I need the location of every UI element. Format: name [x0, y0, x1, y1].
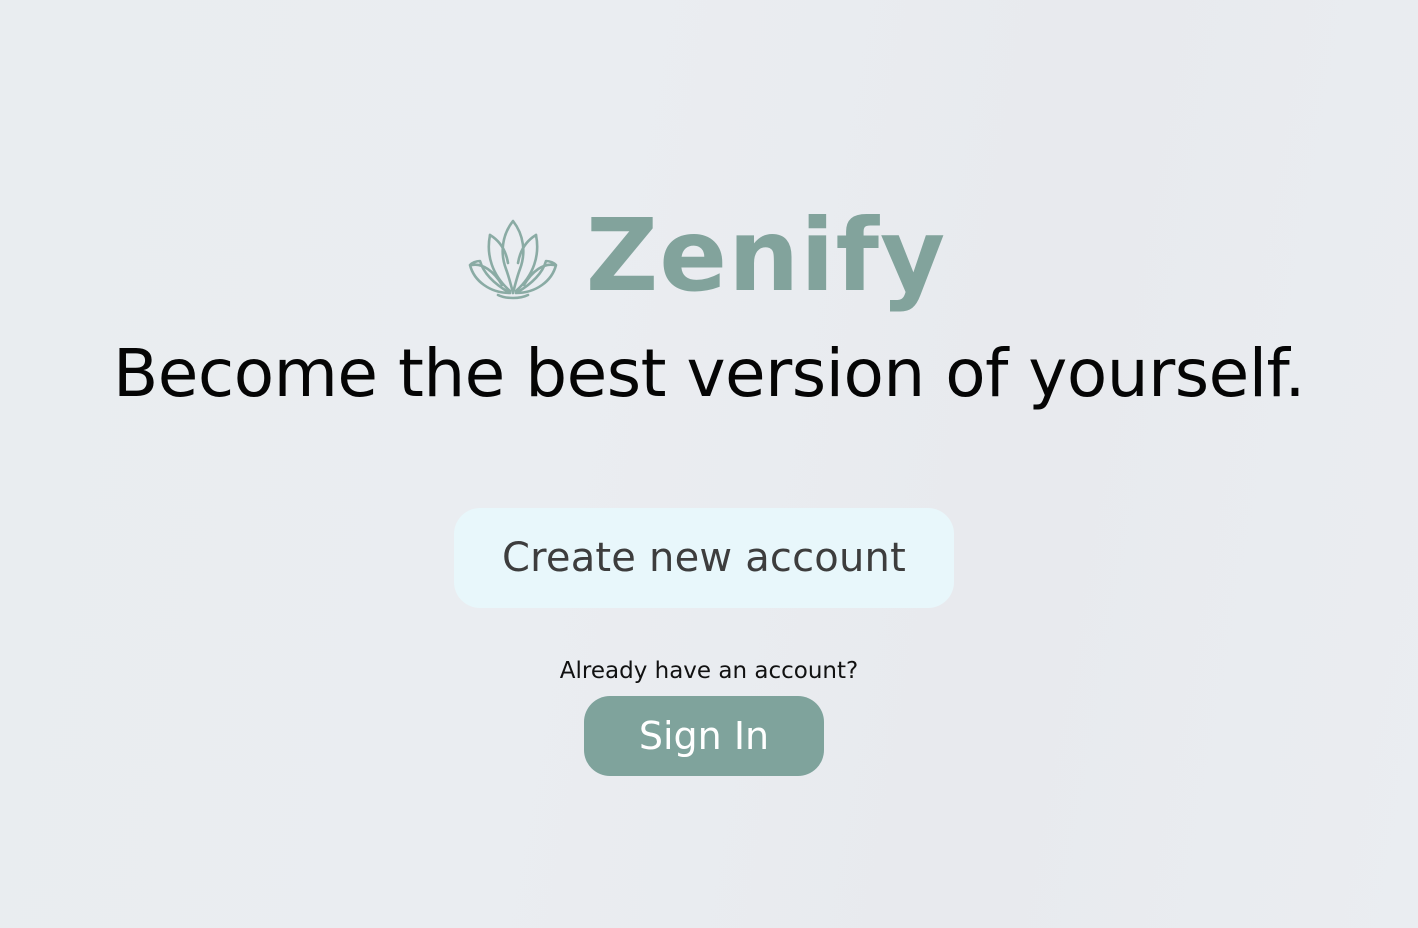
brand-name: Zenify: [585, 197, 947, 314]
lotus-icon: [468, 219, 558, 300]
sign-in-button[interactable]: Sign In: [584, 696, 824, 776]
create-account-button[interactable]: Create new account: [454, 508, 954, 608]
page-title: Become the best version of yourself.: [113, 335, 1305, 412]
brand-lockup: Zenify: [466, 206, 947, 306]
already-have-account-label: Already have an account?: [559, 658, 859, 684]
brand-header: Zenify: [0, 196, 1418, 316]
